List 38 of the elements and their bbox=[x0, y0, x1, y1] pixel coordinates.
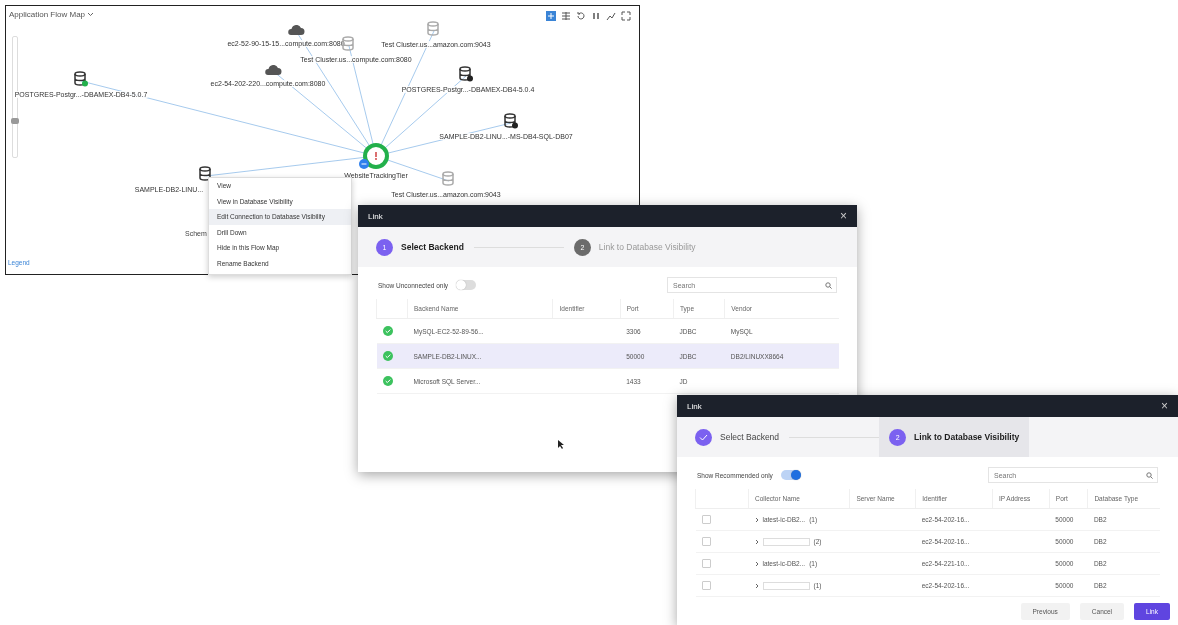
grid-icon[interactable] bbox=[561, 11, 571, 21]
cloud-icon[interactable] bbox=[264, 65, 282, 76]
fullscreen-icon[interactable] bbox=[621, 11, 631, 21]
row-checkbox[interactable] bbox=[701, 537, 711, 546]
database-icon[interactable] bbox=[504, 113, 518, 129]
redacted-block bbox=[762, 537, 810, 546]
refresh-icon[interactable] bbox=[576, 11, 586, 21]
toggle-switch[interactable] bbox=[456, 280, 477, 290]
step-label: Link to Database Visibility bbox=[598, 242, 696, 252]
chevron-down-icon[interactable] bbox=[87, 12, 95, 17]
step-label: Select Backend bbox=[720, 432, 780, 442]
row-checkbox[interactable] bbox=[701, 515, 711, 524]
database-icon[interactable] bbox=[199, 166, 213, 182]
layout-icon[interactable] bbox=[546, 11, 556, 21]
chart-icon[interactable] bbox=[606, 11, 616, 21]
cloud-icon[interactable] bbox=[287, 25, 305, 36]
toggle-switch[interactable] bbox=[780, 470, 801, 480]
tier-badge-icon bbox=[359, 159, 369, 169]
database-icon[interactable] bbox=[74, 71, 88, 87]
close-icon[interactable]: × bbox=[1161, 399, 1168, 413]
check-circle-icon bbox=[382, 326, 393, 336]
check-circle-icon bbox=[382, 376, 393, 386]
slider-thumb[interactable] bbox=[11, 118, 19, 124]
pause-icon[interactable] bbox=[591, 11, 601, 21]
search-icon bbox=[825, 281, 832, 289]
step-label: Link to Database Visibility bbox=[914, 432, 1020, 442]
check-circle-icon bbox=[382, 351, 393, 361]
dialog-title: Link bbox=[368, 211, 383, 221]
row-checkbox[interactable] bbox=[701, 581, 711, 590]
flow-map-title[interactable]: Application Flow Map bbox=[9, 10, 86, 19]
dialog-title: Link bbox=[687, 401, 702, 411]
redacted-block bbox=[762, 581, 810, 590]
step-label: Select Backend bbox=[401, 242, 464, 252]
pointer-icon bbox=[558, 440, 564, 449]
close-icon[interactable]: × bbox=[840, 209, 847, 223]
database-icon[interactable] bbox=[459, 66, 473, 82]
search-icon bbox=[1146, 471, 1153, 479]
row-checkbox[interactable] bbox=[701, 559, 711, 568]
